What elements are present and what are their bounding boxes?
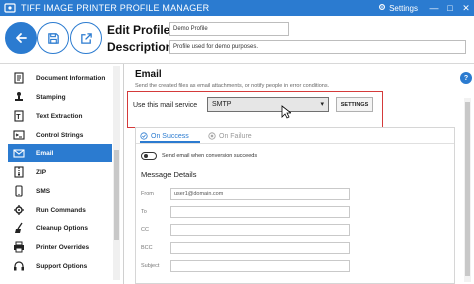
minimize-button[interactable]: — xyxy=(426,0,442,16)
sidebar-item-label: Stamping xyxy=(36,93,66,101)
window-title: TIFF IMAGE PRINTER PROFILE MANAGER xyxy=(21,3,210,13)
profile-name-field[interactable]: Demo Profile xyxy=(169,22,289,36)
stamp-icon xyxy=(12,90,26,104)
sidebar-item-label: Text Extraction xyxy=(36,112,83,120)
tab-label: On Failure xyxy=(219,132,252,140)
to-label: To xyxy=(141,209,147,215)
zip-icon xyxy=(12,165,26,179)
check-circle-icon xyxy=(140,132,148,140)
arrow-left-icon xyxy=(16,33,27,43)
maximize-button[interactable]: □ xyxy=(442,0,458,16)
document-info-icon xyxy=(12,71,26,85)
tab-divider xyxy=(136,143,454,144)
sidebar-item-run-commands[interactable]: Run Commands xyxy=(8,201,112,219)
from-label: From xyxy=(141,191,154,197)
sidebar-item-label: Printer Overrides xyxy=(36,243,90,251)
main-scrollbar[interactable] xyxy=(464,98,471,282)
edit-profile-label: Edit Profile - xyxy=(107,23,178,37)
cc-label: CC xyxy=(141,227,149,233)
run-commands-icon xyxy=(12,203,26,217)
from-field[interactable]: user1@domain.com xyxy=(170,188,350,200)
to-field[interactable] xyxy=(170,206,350,218)
floppy-disk-icon xyxy=(47,32,59,44)
gear-icon xyxy=(378,3,386,13)
send-email-toggle-label: Send email when conversion succeeds xyxy=(162,153,258,159)
bcc-label: BCC xyxy=(141,245,153,251)
page-description: Send the created files as email attachme… xyxy=(135,83,330,89)
description-label: Description xyxy=(107,40,174,54)
description-field[interactable]: Profile used for demo purposes. xyxy=(169,40,466,54)
sidebar-item-printer-overrides[interactable]: Printer Overrides xyxy=(8,238,112,256)
sidebar-item-document-information[interactable]: Document Information xyxy=(8,69,112,87)
mail-service-select[interactable]: SMTP ▾ xyxy=(207,97,329,112)
svg-text:T: T xyxy=(16,114,21,121)
toggle-knob xyxy=(144,154,148,158)
sms-icon xyxy=(12,184,26,198)
message-details-title: Message Details xyxy=(141,170,197,179)
cleanup-icon xyxy=(12,221,26,235)
sidebar-item-email[interactable]: Email xyxy=(8,144,112,162)
subject-label: Subject xyxy=(141,263,160,269)
page-title: Email xyxy=(135,69,162,80)
tab-label: On Success xyxy=(151,132,189,140)
title-bar: TIFF IMAGE PRINTER PROFILE MANAGER Setti… xyxy=(0,0,474,16)
sidebar-item-label: Document Information xyxy=(36,74,106,82)
back-button[interactable] xyxy=(5,22,37,54)
sidebar-item-label: Email xyxy=(36,149,54,157)
send-email-toggle[interactable] xyxy=(141,152,157,160)
sidebar-item-cleanup-options[interactable]: Cleanup Options xyxy=(8,219,112,237)
sidebar: Document Information Stamping T Text Ext… xyxy=(0,64,124,284)
email-settings-panel: On Success On Failure Send email when co… xyxy=(135,127,455,284)
tab-on-failure[interactable]: On Failure xyxy=(208,132,252,140)
save-button[interactable] xyxy=(37,22,69,54)
support-icon xyxy=(12,259,26,273)
sidebar-item-label: Cleanup Options xyxy=(36,224,88,232)
sidebar-scrollbar-thumb[interactable] xyxy=(114,150,119,240)
edit-external-icon xyxy=(80,32,92,44)
subject-field[interactable] xyxy=(170,260,350,272)
mail-service-label: Use this mail service xyxy=(133,102,198,109)
sidebar-item-label: SMS xyxy=(36,187,51,195)
titlebar-settings-button[interactable]: Settings xyxy=(378,3,418,13)
sidebar-item-zip[interactable]: ZIP xyxy=(8,163,112,181)
sidebar-item-support-options[interactable]: Support Options xyxy=(8,257,112,275)
app-logo-icon xyxy=(3,1,17,15)
sidebar-item-label: Support Options xyxy=(36,262,88,270)
sidebar-scrollbar[interactable] xyxy=(113,66,120,280)
chevron-down-icon: ▾ xyxy=(320,101,324,108)
bcc-field[interactable] xyxy=(170,242,350,254)
sidebar-item-label: Run Commands xyxy=(36,206,86,214)
edit-button[interactable] xyxy=(70,22,102,54)
toolbar: Edit Profile - Demo Profile Description … xyxy=(0,16,474,64)
sidebar-item-label: Control Strings xyxy=(36,131,84,139)
tab-on-success[interactable]: On Success xyxy=(140,132,189,140)
help-icon[interactable]: ? xyxy=(460,72,472,84)
settings-label: Settings xyxy=(389,3,418,13)
text-extraction-icon: T xyxy=(12,109,26,123)
sidebar-item-stamping[interactable]: Stamping xyxy=(8,88,112,106)
main-panel: Email Send the created files as email at… xyxy=(127,64,474,284)
close-button[interactable]: ✕ xyxy=(458,0,474,16)
sidebar-item-text-extraction[interactable]: T Text Extraction xyxy=(8,107,112,125)
mail-settings-button[interactable]: SETTINGS xyxy=(336,97,373,112)
cc-field[interactable] xyxy=(170,224,350,236)
sidebar-item-control-strings[interactable]: Control Strings xyxy=(8,126,112,144)
error-circle-icon xyxy=(208,132,216,140)
sidebar-item-label: ZIP xyxy=(36,168,47,176)
mail-service-value: SMTP xyxy=(212,101,232,108)
control-strings-icon xyxy=(12,128,26,142)
email-icon xyxy=(12,146,26,160)
printer-icon xyxy=(12,240,26,254)
sidebar-item-sms[interactable]: SMS xyxy=(8,182,112,200)
main-scrollbar-thumb[interactable] xyxy=(465,102,470,276)
mouse-cursor-icon xyxy=(281,105,291,119)
